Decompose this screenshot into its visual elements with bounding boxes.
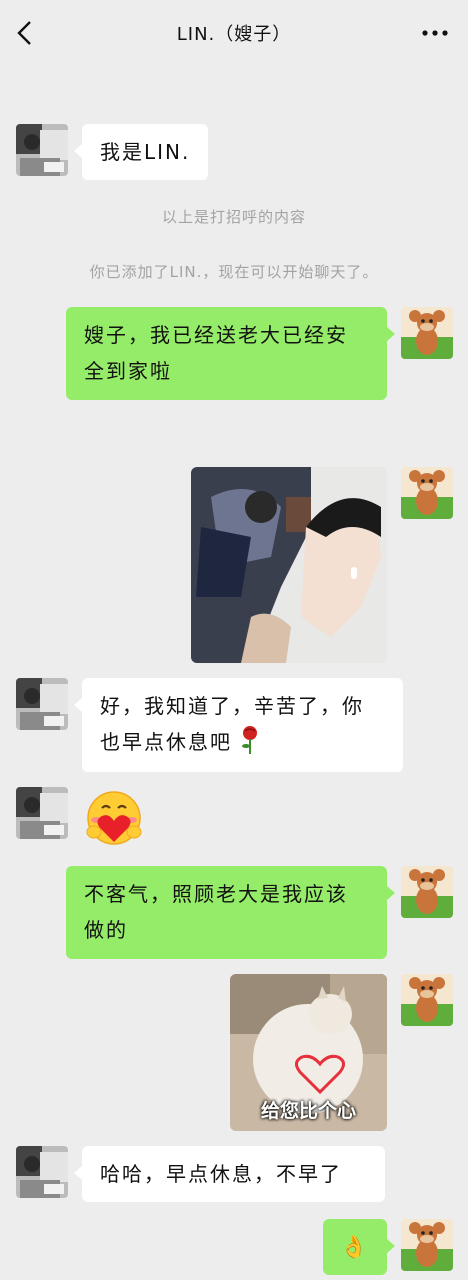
message-bubble[interactable]: 好，我知道了，辛苦了，你 也早点休息吧 <box>74 678 403 772</box>
my-avatar[interactable] <box>401 866 453 918</box>
message-bubble[interactable]: 哈哈，早点休息，不早了 <box>74 1146 385 1202</box>
contact-avatar[interactable] <box>16 1146 68 1198</box>
message-text: 我是LIN. <box>100 140 191 164</box>
system-notice: 你已添加了LIN.，现在可以开始聊天了。 <box>89 263 379 281</box>
message-text-line: 全到家啦 <box>84 359 172 383</box>
contact-avatar[interactable] <box>16 787 68 839</box>
chat-header: LIN.（嫂子） <box>0 0 468 66</box>
ok-hand-emoji: 👌 <box>340 1235 370 1260</box>
system-notice: 以上是打招呼的内容 <box>161 208 306 226</box>
contact-avatar[interactable] <box>16 124 68 176</box>
message-bubble[interactable]: 嫂子，我已经送老大已经安 全到家啦 <box>66 307 395 400</box>
message-text-line: 做的 <box>84 918 128 942</box>
rose-emoji <box>242 726 258 754</box>
photo-of-people-in-car[interactable] <box>191 467 387 663</box>
message-bubble[interactable]: 不客气，照顾老大是我应该 做的 <box>66 866 395 959</box>
message-text: 哈哈，早点休息，不早了 <box>100 1162 342 1186</box>
sticker-caption: 给您比个心 <box>260 1100 356 1122</box>
my-avatar[interactable] <box>401 974 453 1026</box>
cat-gif-sticker[interactable]: 给您比个心 <box>230 974 387 1131</box>
message-text-line: 好，我知道了，辛苦了，你 <box>100 694 364 718</box>
contact-avatar[interactable] <box>16 678 68 730</box>
message-text-line: 也早点休息吧 <box>100 724 385 760</box>
message-text-line: 不客气，照顾老大是我应该 <box>84 882 348 906</box>
message-text-line: 嫂子，我已经送老大已经安 <box>84 323 348 347</box>
my-avatar[interactable] <box>401 1219 453 1271</box>
heart-hug-emoji[interactable] <box>82 790 146 848</box>
my-avatar[interactable] <box>401 467 453 519</box>
more-dots-icon[interactable] <box>420 20 450 46</box>
my-avatar[interactable] <box>401 307 453 359</box>
chat-title: LIN.（嫂子） <box>176 24 292 45</box>
message-bubble[interactable]: 👌 <box>323 1219 395 1275</box>
message-bubble[interactable]: 我是LIN. <box>73 124 209 180</box>
